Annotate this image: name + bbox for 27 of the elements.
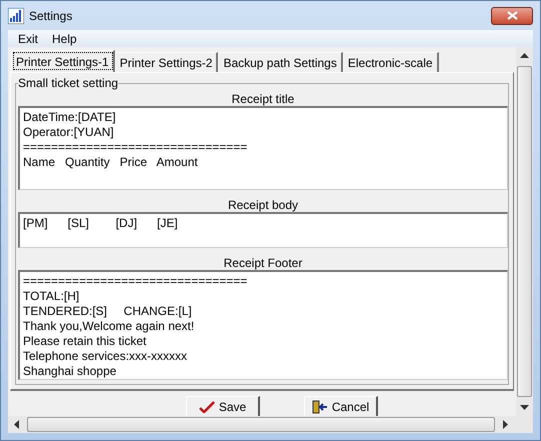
field-label: Receipt Footer: [222, 256, 304, 270]
tab[interactable]: Printer Settings-2: [114, 52, 218, 72]
down-arrow-icon[interactable]: [520, 405, 529, 410]
horizontal-scrollbar[interactable]: [8, 416, 533, 433]
right-arrow-icon[interactable]: [503, 420, 508, 429]
checkmark-icon: [198, 401, 215, 413]
text-area[interactable]: DateTime:[DATE] Operator:[YUAN] ================================ Name Quantity Price Amount: [18, 106, 508, 190]
door-exit-icon: [312, 400, 328, 414]
tab[interactable]: Backup path Settings: [218, 52, 343, 72]
vertical-scrollbar[interactable]: [516, 47, 533, 416]
field-label: Receipt body: [226, 198, 300, 212]
left-arrow-icon[interactable]: [14, 420, 19, 429]
cancel-button[interactable]: Cancel: [304, 396, 378, 416]
save-button[interactable]: Save: [186, 396, 260, 416]
close-button[interactable]: [491, 6, 533, 24]
menu-item[interactable]: Help: [45, 32, 84, 46]
group-title: Small ticket setting: [18, 76, 118, 90]
text-area[interactable]: ================================ TOTAL:[H] TENDERED:[S] CHANGE:[L] Thank you,Welcome again next! Please retain this ticket Telephone services:xxx-xxxxxx Shanghai shoppe: [18, 270, 508, 380]
tab[interactable]: Electronic-scale: [342, 52, 439, 72]
window-title: Settings: [29, 8, 72, 22]
signal-bars-icon: [8, 8, 24, 24]
text-area[interactable]: [PM] [SL] [DJ] [JE]: [18, 212, 508, 248]
menu-item[interactable]: Exit: [11, 32, 46, 46]
field-label: Receipt title: [230, 92, 296, 106]
close-icon: [506, 11, 518, 20]
up-arrow-icon[interactable]: [520, 53, 529, 58]
tab[interactable]: Printer Settings-1: [11, 50, 115, 72]
